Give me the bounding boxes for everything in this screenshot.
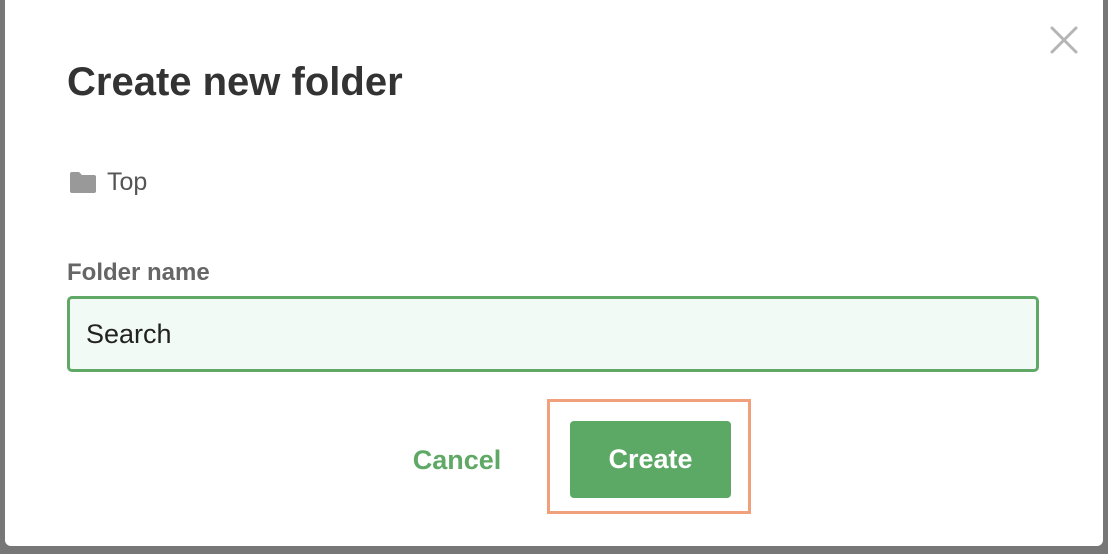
close-button[interactable] (1048, 24, 1080, 56)
folder-location[interactable]: Top (69, 166, 147, 198)
folder-icon (69, 170, 97, 194)
create-button[interactable]: Create (570, 421, 731, 498)
cancel-button[interactable]: Cancel (397, 436, 517, 484)
folder-location-label: Top (107, 168, 148, 196)
dialog-title: Create new folder (67, 60, 403, 104)
close-icon (1050, 26, 1078, 54)
folder-name-label: Folder name (67, 259, 210, 286)
folder-name-input[interactable] (67, 296, 1039, 372)
create-folder-dialog: Create new folder Top Folder name Cancel… (5, 0, 1103, 546)
